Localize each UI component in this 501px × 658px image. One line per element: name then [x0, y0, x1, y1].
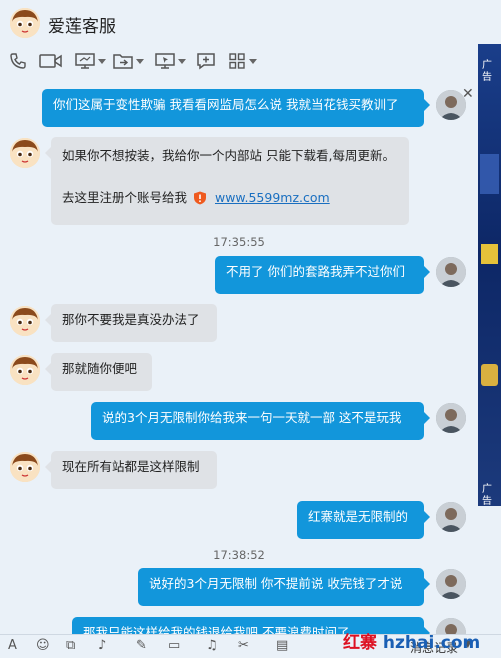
ad-label: 广告 — [482, 60, 492, 83]
user-avatar[interactable] — [436, 403, 466, 433]
chat-header: 爱莲客服 — [0, 0, 478, 44]
ad-graphic — [480, 154, 499, 194]
apps-icon — [229, 53, 245, 69]
user-avatar[interactable] — [436, 502, 466, 532]
agent-avatar[interactable] — [10, 355, 40, 385]
microphone-icon[interactable]: ♪ — [98, 638, 106, 653]
watermark-brand: 红寨 — [343, 633, 377, 653]
message-bubble-incoming[interactable]: 现在所有站都是这样限制 — [45, 451, 217, 489]
ad-banner[interactable]: 广告 广告 — [478, 44, 501, 506]
file-transfer-icon — [113, 54, 133, 69]
phone-icon — [10, 53, 26, 69]
message-bubble-outgoing[interactable]: 不用了 你们的套路我弄不过你们 — [215, 256, 430, 294]
voice-call-button[interactable] — [9, 50, 27, 72]
chevron-down-icon — [98, 58, 106, 64]
apps-button[interactable] — [228, 50, 257, 72]
contact-name: 爱莲客服 — [48, 17, 116, 37]
remote-desktop-button[interactable] — [155, 50, 186, 72]
message-text: 去这里注册个账号给我 — [62, 190, 188, 205]
image-icon[interactable]: ▭ — [168, 638, 180, 653]
message-bubble-incoming[interactable]: 那你不要我是真没办法了 — [45, 304, 217, 342]
pen-icon[interactable]: ✎ — [136, 638, 147, 653]
screenshot-icon[interactable]: ✂ — [238, 638, 249, 653]
timestamp: 17:38:52 — [213, 548, 265, 562]
message-text: 去这里注册个账号给我 www.5599mz.com — [62, 189, 398, 207]
music-icon[interactable]: ♫ — [206, 638, 218, 653]
screen-share-icon — [75, 53, 95, 69]
chevron-down-icon — [136, 58, 144, 64]
agent-avatar[interactable] — [10, 452, 40, 482]
font-icon[interactable]: A — [8, 638, 17, 653]
message-list[interactable]: 你们这属于变性欺骗 我看看网监局怎么说 我就当花钱买教训了 如果你不想按装，我给… — [0, 80, 478, 634]
message-bubble-outgoing[interactable]: 红寨就是无限制的 — [297, 501, 430, 539]
video-call-button[interactable] — [39, 50, 63, 72]
emoji-icon[interactable]: ☺ — [36, 638, 50, 653]
file-transfer-button[interactable] — [113, 50, 144, 72]
more-icon[interactable]: ▤ — [276, 638, 288, 653]
agent-avatar[interactable] — [10, 138, 40, 168]
chevron-down-icon — [178, 58, 186, 64]
watermark-domain: hzhai.com — [382, 633, 481, 653]
contact-avatar[interactable] — [10, 8, 40, 38]
message-bubble-outgoing[interactable]: 说好的3个月无限制 你不提前说 收完钱了才说 — [138, 568, 430, 606]
add-button[interactable] — [196, 50, 216, 72]
chat-toolbar — [0, 44, 478, 78]
message-link[interactable]: www.5599mz.com — [215, 190, 330, 205]
add-icon — [197, 53, 215, 70]
ad-graphic — [481, 244, 498, 264]
message-bubble-outgoing[interactable]: 说的3个月无限制你给我来一句一天就一部 这不是玩我 — [91, 402, 430, 440]
watermark: 红寨 hzhai.com — [343, 628, 480, 653]
message-bubble-incoming[interactable]: 如果你不想按装，我给你一个内部站 只能下载看,每周更新。 去这里注册个账号给我 … — [45, 137, 409, 225]
message-bubble-incoming[interactable]: 那就随你便吧 — [45, 353, 152, 391]
warning-shield-icon — [194, 191, 206, 205]
user-avatar[interactable] — [436, 257, 466, 287]
chevron-down-icon — [249, 58, 257, 64]
agent-avatar[interactable] — [10, 306, 40, 336]
screen-share-button[interactable] — [75, 50, 106, 72]
user-avatar[interactable] — [436, 569, 466, 599]
timestamp: 17:35:55 — [213, 235, 265, 249]
ad-label: 广告 — [482, 484, 492, 506]
remote-desktop-icon — [155, 53, 175, 69]
message-text: 如果你不想按装，我给你一个内部站 只能下载看,每周更新。 — [62, 148, 395, 163]
user-avatar[interactable] — [436, 90, 466, 120]
ad-graphic — [481, 364, 498, 386]
gif-icon[interactable]: ⧉ — [66, 638, 75, 653]
video-icon — [39, 54, 62, 68]
message-bubble-outgoing[interactable]: 你们这属于变性欺骗 我看看网监局怎么说 我就当花钱买教训了 — [42, 89, 430, 127]
